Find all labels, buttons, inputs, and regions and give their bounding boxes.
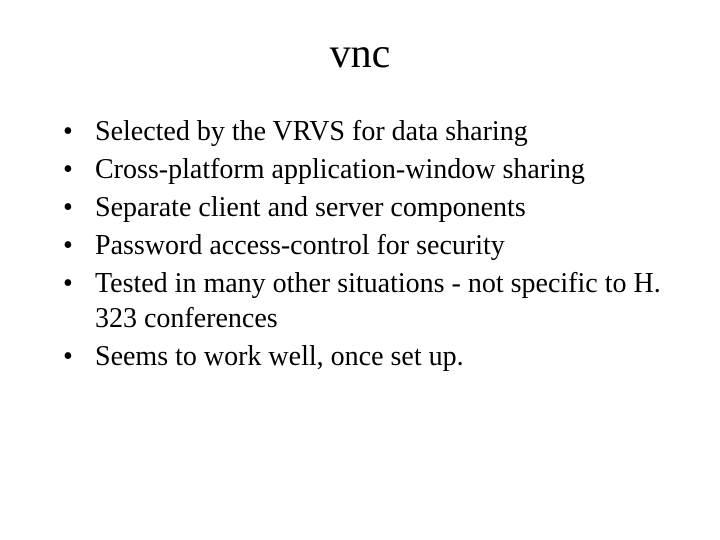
list-item: Password access-control for security bbox=[55, 228, 665, 263]
slide-title: vnc bbox=[55, 30, 665, 78]
list-item: Selected by the VRVS for data sharing bbox=[55, 114, 665, 149]
bullet-list: Selected by the VRVS for data sharing Cr… bbox=[55, 114, 665, 374]
list-item: Tested in many other situations - not sp… bbox=[55, 266, 665, 336]
list-item: Cross-platform application-window sharin… bbox=[55, 152, 665, 187]
list-item: Separate client and server components bbox=[55, 190, 665, 225]
list-item: Seems to work well, once set up. bbox=[55, 339, 665, 374]
